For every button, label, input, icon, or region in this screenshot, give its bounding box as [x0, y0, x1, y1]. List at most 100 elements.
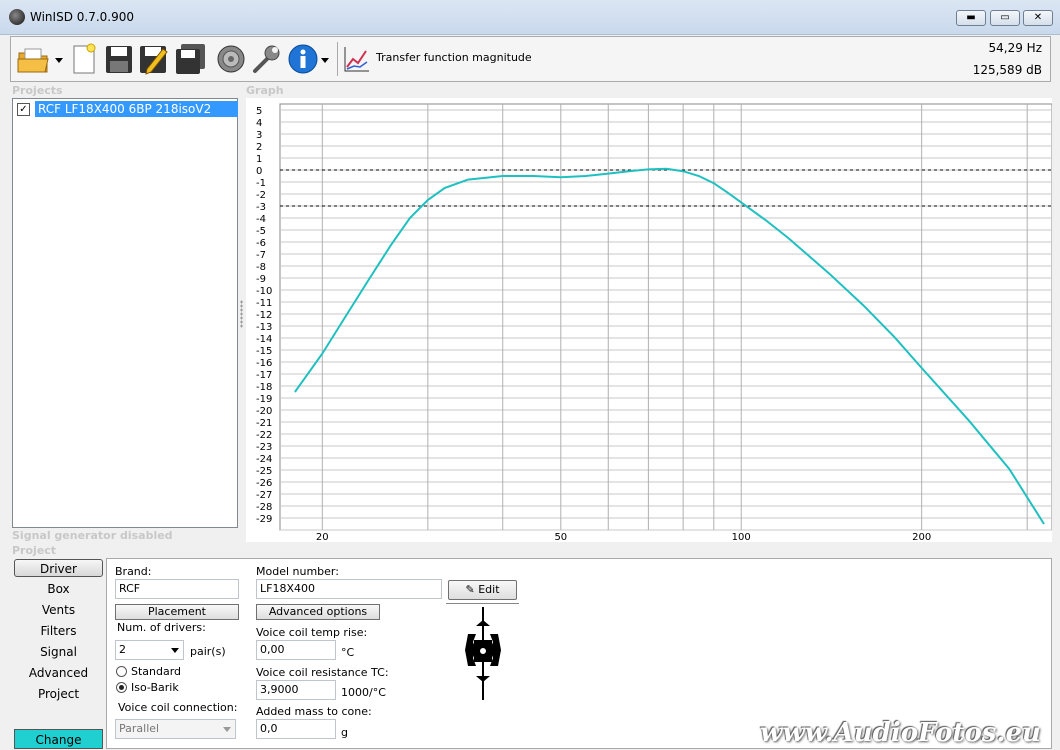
brand-label: Brand:	[115, 565, 152, 578]
y-tick-label: -7	[256, 250, 266, 261]
speaker-icon	[217, 45, 245, 73]
y-tick-label: -3	[256, 202, 266, 213]
y-tick-label: -10	[256, 286, 272, 297]
maximize-icon: ▭	[1000, 12, 1010, 23]
driver-editor-button[interactable]	[215, 43, 247, 75]
vc-connection-label: Voice coil connection:	[118, 701, 238, 714]
edit-label: Edit	[478, 583, 500, 596]
y-tick-label: 4	[256, 118, 262, 129]
y-tick-label: 5	[256, 106, 262, 117]
num-drivers-unit: pair(s)	[190, 645, 226, 658]
graph-type-button[interactable]	[343, 43, 371, 75]
vc-connection-value: Parallel	[119, 722, 160, 735]
save-as-button[interactable]	[139, 43, 169, 75]
edit-button[interactable]: ✎ Edit	[448, 580, 517, 600]
y-tick-label: -13	[256, 322, 272, 333]
tab-signal[interactable]: Signal	[14, 643, 103, 661]
placement-button[interactable]: Placement	[115, 604, 239, 620]
toolbar-separator	[337, 42, 338, 76]
change-button[interactable]: Change	[14, 729, 103, 749]
tab-vents[interactable]: Vents	[14, 601, 103, 619]
panel-splitter[interactable]	[240, 300, 243, 328]
y-tick-label: 3	[256, 130, 262, 141]
about-button[interactable]	[287, 43, 333, 75]
graph-type-label: Transfer function magnitude	[376, 51, 532, 64]
isobarik-label: Iso-Barik	[131, 681, 179, 694]
y-tick-label: -17	[256, 370, 272, 381]
y-tick-label: 1	[256, 154, 262, 165]
x-tick-label: 200	[912, 532, 931, 542]
y-tick-label: -20	[256, 406, 272, 417]
new-document-icon	[73, 43, 96, 74]
projects-list: ✓ RCF LF18X400 6BP 218isoV2	[12, 98, 238, 528]
project-section-label: Project	[12, 544, 57, 557]
x-tick-label: 20	[316, 532, 329, 542]
wrench-icon	[253, 45, 280, 73]
num-drivers-label: Num. of drivers:	[117, 621, 206, 634]
vc-temp-label: Voice coil temp rise:	[256, 626, 368, 639]
tab-advanced[interactable]: Advanced	[14, 664, 103, 682]
save-all-button[interactable]	[175, 43, 207, 75]
project-checkbox[interactable]: ✓	[17, 103, 30, 116]
tools-button[interactable]	[251, 43, 281, 75]
y-tick-label: -27	[256, 490, 272, 501]
tab-box[interactable]: Box	[14, 580, 103, 598]
y-tick-label: -16	[256, 358, 272, 369]
save-all-icon	[176, 44, 205, 74]
vc-connection-select[interactable]: Parallel	[115, 719, 236, 739]
y-tick-label: -23	[256, 442, 272, 453]
minimize-icon: ▬	[966, 12, 976, 23]
close-button[interactable]: ✕	[1023, 10, 1053, 26]
project-name[interactable]: RCF LF18X400 6BP 218isoV2	[35, 101, 238, 117]
model-field[interactable]: LF18X400	[256, 579, 442, 599]
chevron-down-icon	[171, 648, 179, 653]
vc-tc-field[interactable]: 3,9000	[256, 680, 336, 700]
title-bar: WinISD 0.7.0.900 ▬ ▭ ✕	[0, 0, 1060, 35]
save-button[interactable]	[105, 43, 133, 75]
y-tick-label: -14	[256, 334, 272, 345]
advanced-options-button[interactable]: Advanced options	[256, 604, 380, 620]
isobarik-drivers-icon	[465, 607, 501, 700]
open-project-button[interactable]	[17, 43, 65, 75]
added-mass-label: Added mass to cone:	[256, 705, 372, 718]
num-drivers-select[interactable]: 2	[115, 640, 184, 660]
chevron-down-icon	[223, 727, 231, 732]
folder-icon	[17, 48, 63, 73]
frequency-readout: 54,29 Hz	[988, 41, 1043, 55]
y-tick-label: -12	[256, 310, 272, 321]
brand-field[interactable]: RCF	[115, 579, 239, 599]
save-icon	[106, 46, 132, 73]
new-project-button[interactable]	[71, 43, 97, 75]
transfer-function-graph[interactable]: 543210-1-2-3-4-5-6-7-8-9-10-11-12-13-14-…	[246, 98, 1053, 543]
projects-section-label: Projects	[12, 84, 63, 97]
y-tick-label: -15	[256, 346, 272, 357]
graph-panel[interactable]: 5 4 3 2 1 0 -1 -2 -3 -4 -5 -6 -7 -8 -9 -10 -11 -12 -13 -14-…	[246, 98, 1053, 543]
toolbar: Transfer function magnitude 54,29 Hz 125…	[10, 36, 1051, 82]
vc-tc-unit: 1000/°C	[341, 686, 386, 699]
y-tick-label: -8	[256, 262, 266, 273]
added-mass-unit: g	[341, 726, 348, 739]
signal-generator-label: Signal generator disabled	[12, 529, 173, 542]
maximize-button[interactable]: ▭	[990, 10, 1020, 26]
tab-driver[interactable]: Driver	[14, 559, 103, 577]
y-tick-label: -24	[256, 454, 272, 465]
close-icon: ✕	[1033, 12, 1043, 23]
added-mass-field[interactable]: 0,0	[256, 719, 336, 739]
pencil-icon: ✎	[465, 583, 475, 596]
window-title: WinISD 0.7.0.900	[30, 10, 135, 24]
x-tick-label: 50	[554, 532, 567, 542]
vc-temp-field[interactable]: 0,00	[256, 640, 336, 660]
standard-label: Standard	[131, 665, 182, 678]
y-tick-label: -29	[256, 514, 272, 525]
tab-filters[interactable]: Filters	[14, 622, 103, 640]
y-tick-label: -21	[256, 418, 272, 429]
y-tick-label: -22	[256, 430, 272, 441]
vc-temp-unit: °C	[341, 646, 355, 659]
tab-project[interactable]: Project	[14, 685, 103, 703]
standard-radio[interactable]	[116, 666, 127, 677]
isobarik-radio[interactable]	[116, 682, 127, 693]
graph-section-label: Graph	[246, 84, 284, 97]
minimize-button[interactable]: ▬	[956, 10, 986, 26]
save-edit-icon	[140, 46, 168, 75]
num-drivers-value: 2	[119, 643, 126, 656]
